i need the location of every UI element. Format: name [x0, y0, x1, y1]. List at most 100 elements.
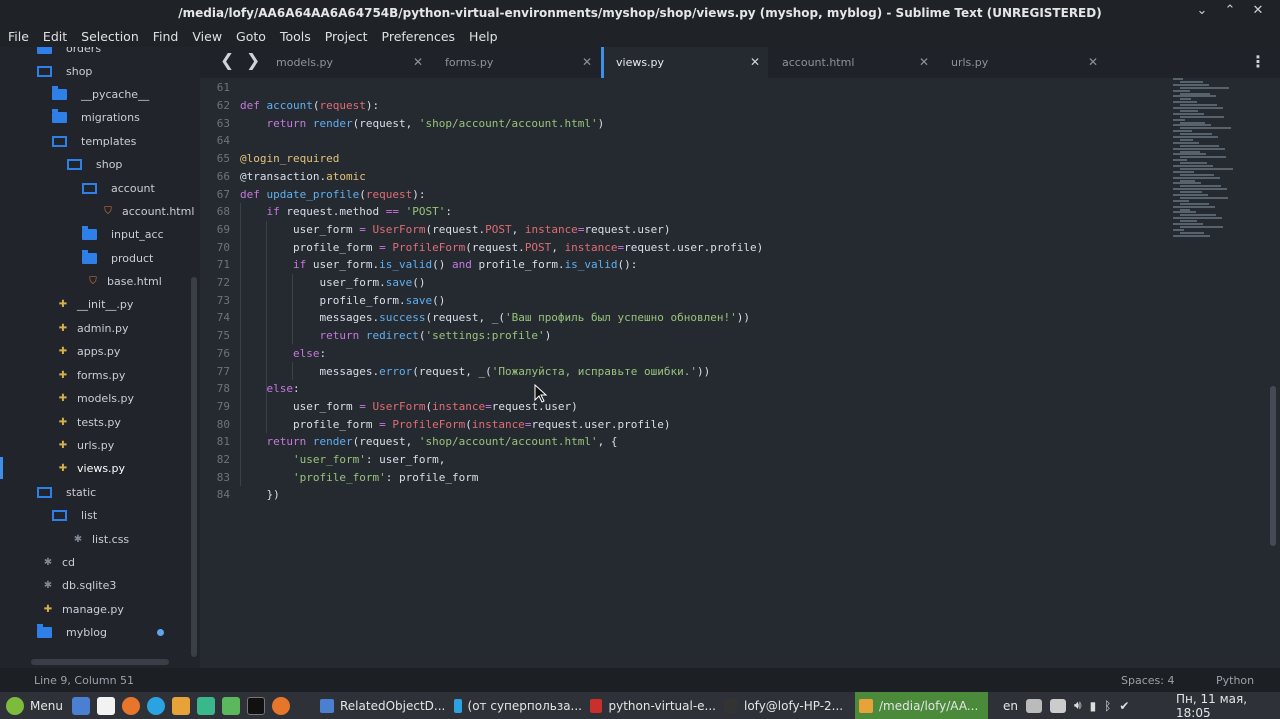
code-token: 'user_form': [293, 453, 366, 467]
sidebar-item-orders[interactable]: orders: [37, 47, 101, 59]
chevron-right-icon[interactable]: ❯: [246, 51, 260, 71]
files-icon[interactable]: [97, 696, 115, 715]
sidebar-item-static[interactable]: static: [37, 481, 96, 503]
sidebar-item-forms-py[interactable]: ✚ forms.py: [57, 364, 126, 386]
code-editor[interactable]: 61 62 def account(request): 63 return render…: [200, 78, 1280, 668]
keyboard-layout[interactable]: en: [1003, 699, 1018, 713]
battery-icon[interactable]: ▮: [1090, 699, 1097, 713]
tab-close-icon[interactable]: ✕: [1088, 55, 1098, 69]
minimap-line: [1173, 205, 1215, 208]
sidebar-item-base-html[interactable]: ⛉ base.html: [87, 270, 162, 292]
menu-view[interactable]: View: [192, 29, 222, 44]
menu-edit[interactable]: Edit: [43, 29, 67, 44]
python-file-icon: ✚: [58, 298, 68, 310]
tab-bar: ❮ ❯ ⋮ models.py ✕ forms.py ✕ views.py ✕ accoun…: [200, 47, 1280, 78]
sublime-icon[interactable]: [172, 696, 190, 715]
sidebar-scrollbar[interactable]: [191, 277, 197, 657]
sidebar-item-list[interactable]: list: [52, 504, 97, 526]
sidebar-item-myblog[interactable]: myblog: [37, 621, 107, 643]
menu-find[interactable]: Find: [153, 29, 179, 44]
sidebar-item-account[interactable]: account: [82, 177, 155, 199]
taskbar-window[interactable]: (от суперпольза...: [450, 692, 582, 719]
tab-menu-icon[interactable]: ⋮: [1250, 52, 1266, 71]
network-icon[interactable]: [1050, 698, 1066, 713]
minimap[interactable]: [1168, 78, 1238, 238]
code-text: if request.method == 'POST':: [240, 205, 452, 218]
sidebar-item-apps-py[interactable]: ✚ apps.py: [57, 340, 121, 362]
tab-models-py[interactable]: models.py ✕: [264, 47, 431, 78]
sidebar-item-label: models.py: [77, 391, 134, 405]
sidebar-item-db-sqlite3[interactable]: ✱ db.sqlite3: [42, 574, 117, 596]
volume-icon[interactable]: 🔊︎: [1074, 698, 1082, 713]
tab-account-html[interactable]: account.html ✕: [770, 47, 937, 78]
taskbar-window[interactable]: python-virtual-e...: [586, 692, 716, 719]
chevron-left-icon[interactable]: ❮: [220, 51, 234, 71]
tab-urls-py[interactable]: urls.py ✕: [939, 47, 1106, 78]
menu-help[interactable]: Help: [469, 29, 498, 44]
sidebar-item-input-acc[interactable]: input_acc: [82, 223, 164, 245]
tab-forms-py[interactable]: forms.py ✕: [433, 47, 600, 78]
sidebar-item-templates[interactable]: templates: [52, 130, 136, 152]
tab-views-py[interactable]: views.py ✕: [601, 47, 768, 78]
close-icon[interactable]: ✕: [1250, 3, 1266, 18]
clock[interactable]: Пн, 11 мая, 18:05: [1176, 692, 1280, 719]
code-line: 62 def account(request):: [200, 97, 379, 115]
taskbar-window[interactable]: lofy@lofy-HP-2...: [720, 692, 851, 719]
taskbar-window[interactable]: /media/lofy/AA...: [855, 692, 988, 719]
indentation-setting[interactable]: Spaces: 4: [1121, 674, 1174, 687]
menu-goto[interactable]: Goto: [236, 29, 266, 44]
menu-project[interactable]: Project: [325, 29, 368, 44]
update-shield-icon[interactable]: ✔: [1119, 699, 1129, 713]
folder-icon[interactable]: [222, 696, 240, 715]
tab-close-icon[interactable]: ✕: [582, 55, 592, 69]
bluetooth-icon[interactable]: ᛒ: [1104, 699, 1111, 713]
sidebar-item-shop[interactable]: shop: [67, 153, 122, 175]
start-menu-label: Menu: [30, 698, 63, 713]
menu-selection[interactable]: Selection: [81, 29, 139, 44]
minimize-icon[interactable]: ⌄: [1194, 3, 1210, 18]
sidebar-item-models-py[interactable]: ✚ models.py: [57, 387, 134, 409]
start-menu-button[interactable]: Menu: [6, 692, 63, 719]
sidebar-item-account-html[interactable]: ⛉ account.html: [102, 200, 194, 222]
sidebar-item-label: forms.py: [77, 368, 126, 382]
menu-preferences[interactable]: Preferences: [382, 29, 456, 44]
sidebar-item--pycache-[interactable]: __pycache__: [52, 83, 149, 105]
tab-close-icon[interactable]: ✕: [919, 55, 929, 69]
sidebar-item-shop[interactable]: shop: [37, 60, 92, 82]
app-icon[interactable]: [197, 696, 215, 715]
tab-close-icon[interactable]: ✕: [750, 55, 760, 69]
sidebar-item-urls-py[interactable]: ✚ urls.py: [57, 434, 114, 456]
show-desktop-icon[interactable]: [72, 696, 90, 715]
sidebar-item-list-css[interactable]: ✱ list.css: [72, 528, 129, 550]
tab-label: urls.py: [951, 56, 989, 69]
telegram-icon[interactable]: [147, 696, 165, 715]
firefox-icon[interactable]: [122, 696, 140, 715]
sidebar-item-manage-py[interactable]: ✚ manage.py: [42, 598, 124, 620]
sidebar-item-views-py[interactable]: ✚ views.py: [57, 457, 125, 479]
code-line: 79 user_form = UserForm(instance=request.…: [200, 398, 578, 416]
code-token: save: [405, 293, 433, 307]
terminal-icon[interactable]: [247, 696, 265, 715]
sidebar-item-admin-py[interactable]: ✚ admin.py: [57, 317, 129, 339]
cursor-position[interactable]: Line 9, Column 51: [34, 674, 134, 687]
code-token: return: [319, 329, 366, 343]
sidebar-item-cd[interactable]: ✱ cd: [42, 551, 75, 573]
tab-close-icon[interactable]: ✕: [413, 55, 423, 69]
sidebar-item-migrations[interactable]: migrations: [52, 106, 140, 128]
menu-tools[interactable]: Tools: [280, 29, 311, 44]
browser-icon[interactable]: [272, 696, 290, 715]
editor-scrollbar[interactable]: [1270, 386, 1276, 546]
sidebar-item-product[interactable]: product: [82, 247, 153, 269]
sidebar-item-label: account: [111, 181, 155, 195]
sidebar-item-tests-py[interactable]: ✚ tests.py: [57, 411, 121, 433]
syntax-selector[interactable]: Python: [1216, 674, 1254, 687]
maximize-icon[interactable]: ⌃: [1222, 3, 1238, 18]
taskbar-window[interactable]: RelatedObjectD...: [316, 692, 446, 719]
menu-file[interactable]: File: [8, 29, 29, 44]
sidebar-horizontal-scrollbar[interactable]: [31, 659, 169, 665]
sidebar-item--init-py[interactable]: ✚ __init__.py: [57, 293, 134, 315]
printer-icon[interactable]: [1026, 698, 1042, 713]
sidebar-item-label: list.css: [92, 532, 130, 546]
code-token: ):: [365, 99, 380, 113]
sidebar-item-label: orders: [66, 47, 102, 55]
